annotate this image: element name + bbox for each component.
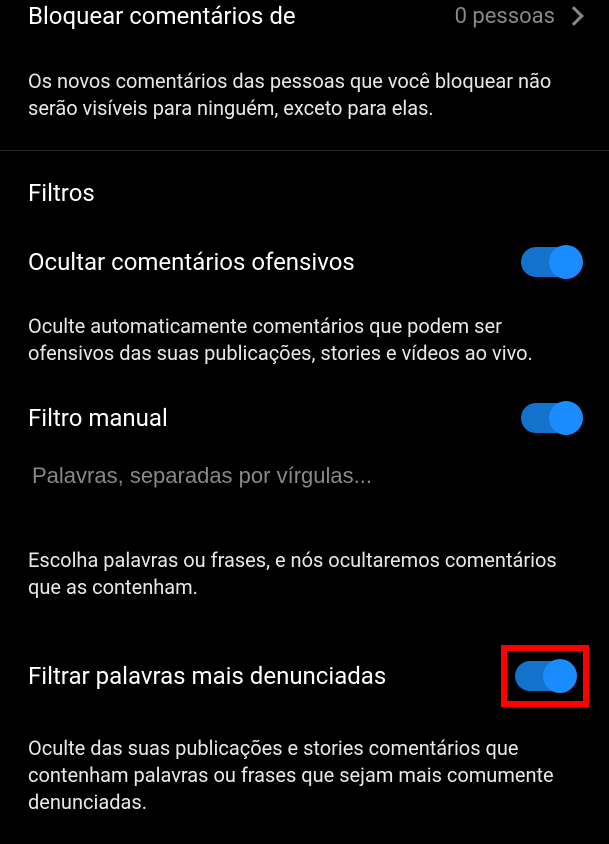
toggle-knob xyxy=(549,245,583,279)
hide-offensive-toggle[interactable] xyxy=(521,247,581,277)
block-comments-title: Bloquear comentários de xyxy=(28,2,296,30)
reported-words-description: Oculte das suas publicações e stories co… xyxy=(28,735,581,844)
block-comments-row[interactable]: Bloquear comentários de 0 pessoas xyxy=(28,0,581,40)
manual-filter-label: Filtro manual xyxy=(28,404,168,432)
block-count: 0 pessoas xyxy=(455,4,555,29)
manual-filter-toggle[interactable] xyxy=(521,403,581,433)
reported-words-toggle[interactable] xyxy=(515,661,575,691)
hide-offensive-row: Ocultar comentários ofensivos xyxy=(28,247,581,289)
highlight-annotation xyxy=(501,645,589,707)
chevron-right-icon xyxy=(564,6,584,26)
filters-heading: Filtros xyxy=(28,151,581,247)
reported-words-row: Filtrar palavras mais denunciadas xyxy=(28,645,581,719)
toggle-knob xyxy=(543,659,577,693)
hide-offensive-description: Oculte automaticamente comentários que p… xyxy=(28,289,581,403)
manual-filter-input[interactable] xyxy=(28,445,581,507)
manual-filter-row: Filtro manual xyxy=(28,403,581,445)
toggle-knob xyxy=(549,401,583,435)
manual-filter-description: Escolha palavras ou frases, e nós oculta… xyxy=(28,547,581,629)
block-comments-value: 0 pessoas xyxy=(455,4,581,29)
block-description: Os novos comentários das pessoas que voc… xyxy=(28,68,581,150)
reported-words-label: Filtrar palavras mais denunciadas xyxy=(28,662,386,690)
hide-offensive-label: Ocultar comentários ofensivos xyxy=(28,248,355,276)
